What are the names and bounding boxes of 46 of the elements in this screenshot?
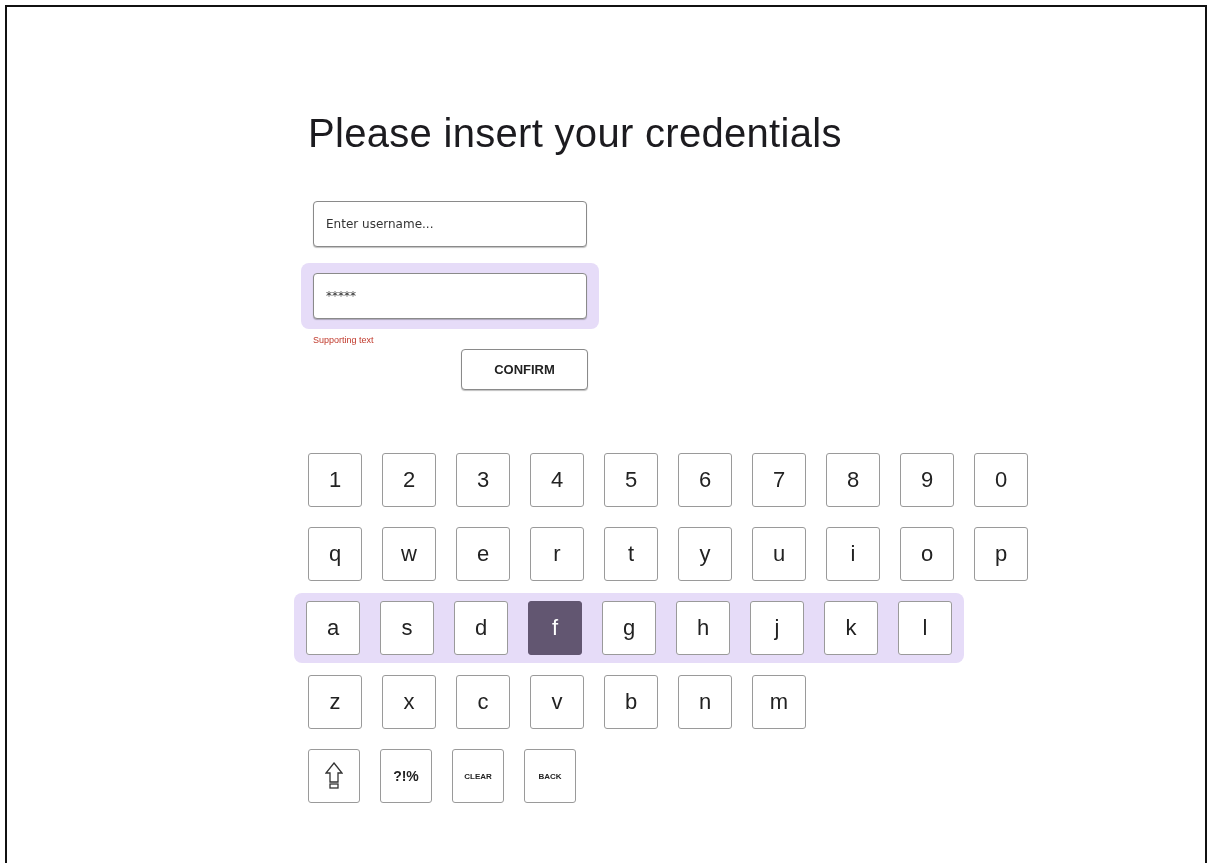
key[interactable]: w (382, 527, 436, 581)
key[interactable]: h (676, 601, 730, 655)
key[interactable]: g (602, 601, 656, 655)
key[interactable]: m (752, 675, 806, 729)
key[interactable]: r (530, 527, 584, 581)
key[interactable]: q (308, 527, 362, 581)
key[interactable]: d (454, 601, 508, 655)
key[interactable]: 5 (604, 453, 658, 507)
command-key[interactable]: CLEAR (452, 749, 504, 803)
key[interactable]: l (898, 601, 952, 655)
key[interactable]: s (380, 601, 434, 655)
page-title: Please insert your credentials (308, 110, 843, 157)
key[interactable]: 1 (308, 453, 362, 507)
key[interactable]: 9 (900, 453, 954, 507)
key[interactable]: e (456, 527, 510, 581)
key[interactable]: y (678, 527, 732, 581)
shift-arrow-icon (325, 762, 343, 790)
username-field[interactable]: Enter username... (313, 201, 587, 247)
key[interactable]: 7 (752, 453, 806, 507)
key[interactable]: n (678, 675, 732, 729)
key[interactable]: k (824, 601, 878, 655)
shift-key[interactable] (308, 749, 360, 803)
key[interactable]: 8 (826, 453, 880, 507)
command-key[interactable]: BACK (524, 749, 576, 803)
confirm-button[interactable]: CONFIRM (461, 349, 588, 390)
password-field[interactable]: ***** (313, 273, 587, 319)
key[interactable]: 3 (456, 453, 510, 507)
key[interactable]: u (752, 527, 806, 581)
key[interactable]: v (530, 675, 584, 729)
key[interactable]: 6 (678, 453, 732, 507)
key[interactable]: 2 (382, 453, 436, 507)
key[interactable]: f (528, 601, 582, 655)
key[interactable]: a (306, 601, 360, 655)
key[interactable]: z (308, 675, 362, 729)
key[interactable]: o (900, 527, 954, 581)
key[interactable]: t (604, 527, 658, 581)
supporting-text: Supporting text (313, 335, 374, 345)
key[interactable]: 4 (530, 453, 584, 507)
key[interactable]: j (750, 601, 804, 655)
key[interactable]: p (974, 527, 1028, 581)
key[interactable]: b (604, 675, 658, 729)
key[interactable]: x (382, 675, 436, 729)
key[interactable]: i (826, 527, 880, 581)
key[interactable]: c (456, 675, 510, 729)
symbols-key[interactable]: ?!% (380, 749, 432, 803)
key[interactable]: 0 (974, 453, 1028, 507)
